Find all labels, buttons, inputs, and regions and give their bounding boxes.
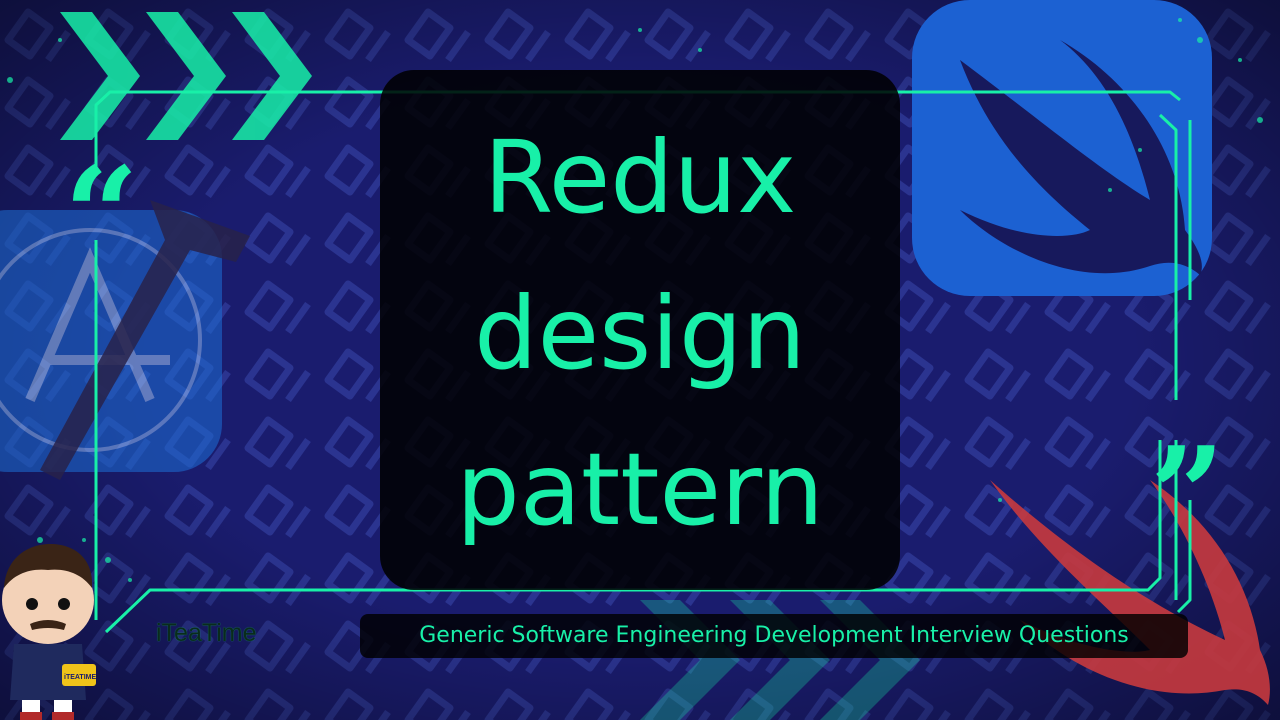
title-line-3: pattern [456,431,824,548]
brand-name: iTeaTime [156,619,257,647]
close-quote: ” [1150,418,1225,571]
title-line-1: Redux [483,119,797,236]
title-line-2: design [474,275,806,392]
page-title: Redux design pattern [380,100,900,568]
subtitle: Generic Software Engineering Development… [419,623,1129,648]
open-quote: “ [64,138,139,291]
